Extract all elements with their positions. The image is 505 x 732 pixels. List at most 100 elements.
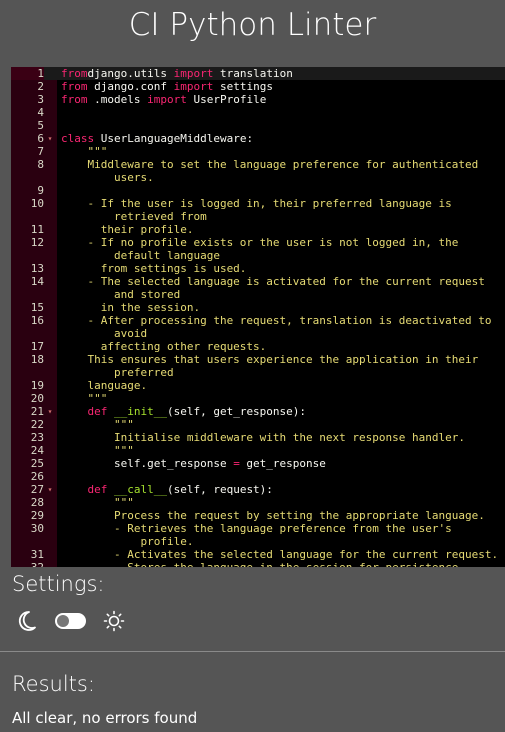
code-token: """ (61, 392, 108, 405)
code-token: Process the request by setting the appro… (61, 509, 485, 522)
code-line[interactable]: 19 language. (11, 379, 505, 392)
code-token: Initialise middleware with the next resp… (61, 431, 465, 444)
code-line[interactable]: 25 self.get_response = get_response (11, 457, 505, 470)
code-line[interactable]: 11 their profile. (11, 223, 505, 236)
code-text: def __init__(self, get_response): (56, 405, 306, 418)
fold-arrow-icon[interactable]: ▾ (44, 483, 56, 496)
code-line[interactable]: 10 - If the user is logged in, their pre… (11, 197, 505, 210)
settings-heading: Settings: (12, 572, 105, 596)
code-token: UserProfile (186, 93, 267, 106)
sun-icon[interactable] (103, 610, 125, 636)
code-token: (self, get_response): (166, 405, 307, 418)
line-number (11, 249, 44, 262)
line-number: 9 (37, 184, 44, 197)
code-line[interactable]: 7 """ (11, 145, 505, 158)
code-token: django.utils (87, 67, 167, 80)
code-line[interactable]: 13 from settings is used. (11, 262, 505, 275)
code-line[interactable]: 1 fromdjango.utils import translation (11, 67, 505, 80)
code-line[interactable]: avoid (11, 327, 505, 340)
code-line[interactable]: 16 - After processing the request, trans… (11, 314, 505, 327)
code-line[interactable]: 22 """ (11, 418, 505, 431)
code-text: """ (56, 496, 134, 509)
code-token: import (166, 80, 214, 93)
code-line[interactable]: 23 Initialise middleware with the next r… (11, 431, 505, 444)
line-number: 7 (37, 145, 44, 158)
line-number (11, 535, 44, 548)
code-text: avoid (56, 327, 147, 340)
code-line[interactable]: 2 from django.conf import settings (11, 80, 505, 93)
code-line[interactable]: 17 affecting other requests. (11, 340, 505, 353)
code-line[interactable]: 6 ▾ class UserLanguageMiddleware: (11, 132, 505, 145)
code-line[interactable]: and stored (11, 288, 505, 301)
code-line[interactable]: 8 Middleware to set the language prefere… (11, 158, 505, 171)
theme-toggle[interactable] (55, 613, 86, 629)
line-number: 29 (30, 509, 44, 522)
code-text: from settings is used. (56, 262, 247, 275)
code-line[interactable]: default language (11, 249, 505, 262)
code-line[interactable]: 5 (11, 119, 505, 132)
code-line[interactable]: 14 - The selected language is activated … (11, 275, 505, 288)
code-line[interactable]: 21 ▾ def __init__(self, get_response): (11, 405, 505, 418)
code-token: - Stores the language in the session for… (61, 561, 465, 567)
code-line[interactable]: 26 (11, 470, 505, 483)
code-line[interactable]: 15 in the session. (11, 301, 505, 314)
code-text: - After processing the request, translat… (56, 314, 491, 327)
code-line[interactable]: 3 from .models import UserProfile (11, 93, 505, 106)
code-line[interactable]: 24 """ (11, 444, 505, 457)
line-number: 25 (30, 457, 44, 470)
code-text: from .models import UserProfile (56, 93, 266, 106)
line-number: 20 (30, 392, 44, 405)
line-number: 26 (30, 470, 44, 483)
line-number: 22 (30, 418, 44, 431)
code-text: """ (56, 444, 134, 457)
code-line[interactable]: 4 (11, 106, 505, 119)
line-number: 12 (30, 236, 44, 249)
line-number (11, 171, 44, 184)
code-line[interactable]: 32 - Stores the language in the session … (11, 561, 505, 567)
code-line[interactable]: users. (11, 171, 505, 184)
fold-arrow-icon[interactable]: ▾ (44, 132, 56, 145)
code-line[interactable]: 29 Process the request by setting the ap… (11, 509, 505, 522)
code-token: - Retrieves the language preference from… (61, 522, 452, 535)
code-text: affecting other requests. (56, 340, 267, 353)
toggle-knob (57, 615, 69, 627)
code-token: import (140, 93, 187, 106)
code-line[interactable]: 27 ▾ def __call__(self, request): (11, 483, 505, 496)
code-line[interactable]: retrieved from (11, 210, 505, 223)
code-line[interactable]: 18 This ensures that users experience th… (11, 353, 505, 366)
code-editor[interactable]: 1 fromdjango.utils import translation 2 fro… (11, 67, 505, 567)
code-line[interactable]: 9 (11, 184, 505, 197)
code-token: def (61, 405, 108, 418)
line-number: 28 (30, 496, 44, 509)
code-line[interactable]: 12 - If no profile exists or the user is… (11, 236, 505, 249)
code-token: UserLanguageMiddleware: (94, 132, 254, 145)
code-token: - The selected language is activated for… (61, 275, 485, 288)
code-token: __call__ (107, 483, 167, 496)
code-line[interactable]: 20 """ (11, 392, 505, 405)
code-line[interactable]: profile. (11, 535, 505, 548)
code-line[interactable]: 28 """ (11, 496, 505, 509)
code-token: default language (61, 249, 220, 262)
code-token: from (61, 67, 88, 80)
fold-arrow-icon[interactable]: ▾ (44, 405, 56, 418)
code-token: """ (61, 444, 134, 457)
code-token: translation (213, 67, 293, 80)
code-text: self.get_response = get_response (56, 457, 326, 470)
code-line[interactable]: 31 - Activates the selected language for… (11, 548, 505, 561)
code-token: and stored (61, 288, 181, 301)
code-line[interactable]: 30 - Retrieves the language preference f… (11, 522, 505, 535)
code-line[interactable]: preferred (11, 366, 505, 379)
code-text: class UserLanguageMiddleware: (56, 132, 253, 145)
code-token: This ensures that users experience the a… (61, 353, 479, 366)
moon-icon[interactable] (14, 609, 38, 637)
code-text: - Retrieves the language preference from… (56, 522, 452, 535)
